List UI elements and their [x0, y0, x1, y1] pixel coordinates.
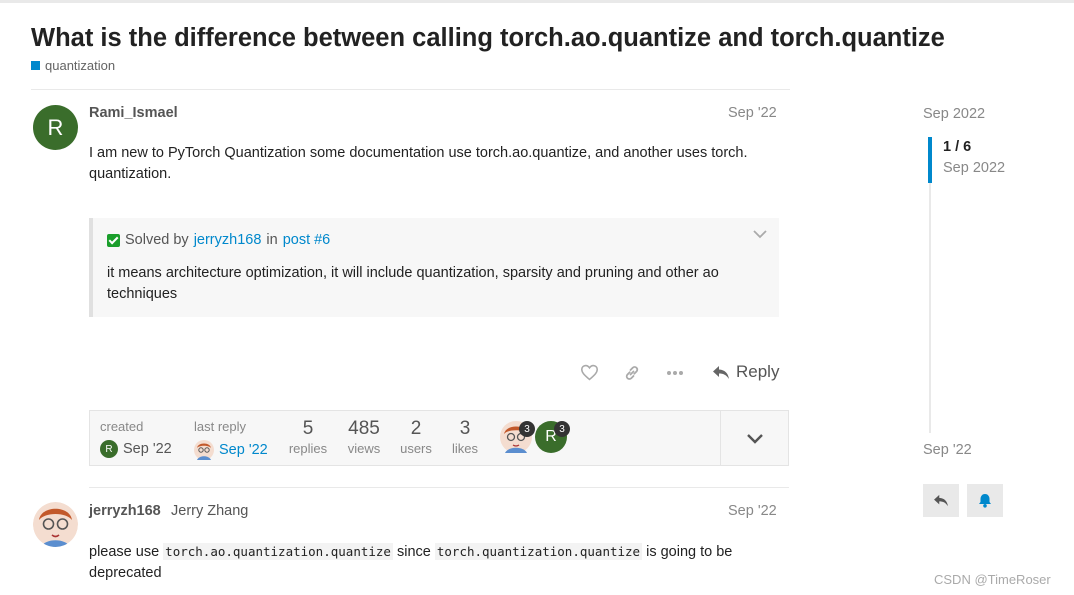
reply-button[interactable]: Reply [712, 362, 779, 382]
category-color-square [31, 61, 40, 70]
participant-avatar[interactable]: 3 [500, 421, 535, 455]
created-date: Sep '22 [123, 441, 172, 457]
post-body: please use torch.ao.quantization.quantiz… [89, 541, 789, 584]
timeline-scroller[interactable] [928, 137, 932, 183]
last-reply-value[interactable]: Sep '22 [194, 440, 268, 460]
body-text: since [396, 544, 431, 560]
checkmark-icon [107, 233, 120, 247]
timeline-position-date: Sep 2022 [943, 160, 1006, 176]
reply-icon [934, 494, 948, 507]
category-label: quantization [45, 58, 116, 73]
views-stat: 485 views [334, 418, 394, 456]
user-face-icon [33, 502, 78, 547]
body-text: is going to be [646, 544, 733, 560]
post-body-line: I am new to PyTorch Quantization some do… [89, 145, 748, 161]
participant-avatar[interactable]: R 3 [535, 421, 570, 455]
likes-count: 3 [459, 418, 471, 439]
likes-label: likes [451, 441, 478, 456]
notification-bell-button[interactable] [967, 484, 1003, 517]
more-icon[interactable] [666, 370, 684, 376]
topic-title[interactable]: What is the difference between calling t… [31, 24, 945, 53]
solution-line: it means architecture optimization, it w… [107, 265, 719, 281]
views-label: views [347, 441, 381, 456]
replies-label: replies [288, 441, 328, 456]
heart-icon[interactable] [580, 364, 599, 381]
post-body: I am new to PyTorch Quantization some do… [89, 143, 789, 185]
views-count: 485 [348, 418, 380, 439]
divider [31, 89, 790, 90]
post-username[interactable]: jerryzh168 [89, 503, 161, 519]
solution-post-link[interactable]: post #6 [283, 232, 331, 248]
avatar-letter: R [47, 114, 64, 140]
post-body-line: quantization. [89, 166, 172, 182]
solved-in: in [266, 232, 278, 248]
post-count-badge: 3 [554, 421, 570, 437]
timeline-position: 1 / 6 [943, 139, 972, 155]
solved-prefix: Solved by [125, 232, 189, 248]
solved-box[interactable]: Solved by jerryzh168 in post #6 it means… [89, 218, 779, 317]
post-date[interactable]: Sep '22 [728, 105, 777, 121]
timeline-reply-button[interactable] [923, 484, 959, 517]
created-label: created [100, 419, 144, 434]
replies-count: 5 [302, 418, 314, 439]
last-reply-date: Sep '22 [219, 442, 268, 458]
reply-label: Reply [736, 362, 780, 381]
chevron-down-icon[interactable] [753, 230, 767, 239]
reply-icon [713, 365, 729, 379]
link-icon[interactable] [623, 364, 641, 382]
replies-stat: 5 replies [278, 418, 338, 456]
post-body-line: deprecated [89, 565, 162, 581]
avatar[interactable] [33, 502, 78, 547]
watermark: CSDN @TimeRoser [934, 572, 1051, 587]
solved-header: Solved by jerryzh168 in post #6 [107, 232, 330, 248]
category-badge[interactable]: quantization [31, 58, 115, 73]
inline-code: torch.quantization.quantize [434, 543, 643, 560]
avatar[interactable]: R [33, 105, 78, 150]
likes-stat: 3 likes [435, 418, 495, 456]
chevron-down-icon [746, 433, 763, 444]
timeline-end-date[interactable]: Sep '22 [923, 442, 972, 458]
post-body-line: please use torch.ao.quantization.quantiz… [89, 541, 789, 563]
solution-excerpt: it means architecture optimization, it w… [107, 263, 757, 305]
top-border [0, 0, 1074, 3]
inline-code: torch.ao.quantization.quantize [163, 543, 393, 560]
created-value[interactable]: R Sep '22 [100, 440, 172, 458]
avatar: R [100, 440, 118, 458]
post-count-badge: 3 [519, 421, 535, 437]
avatar [194, 440, 214, 460]
bell-icon [979, 494, 991, 508]
last-reply-label: last reply [194, 419, 247, 434]
post-fullname[interactable]: Jerry Zhang [171, 503, 248, 519]
topic-map: created R Sep '22 last reply Sep '22 5 r… [89, 410, 789, 466]
timeline-start-date[interactable]: Sep 2022 [923, 106, 985, 122]
solver-link[interactable]: jerryzh168 [194, 232, 262, 248]
solution-line: techniques [107, 286, 178, 302]
post-date[interactable]: Sep '22 [728, 503, 777, 519]
divider [89, 487, 789, 488]
expand-topic-map-button[interactable] [720, 411, 788, 465]
body-text: please use [89, 544, 160, 560]
post-username[interactable]: Rami_Ismael [89, 105, 178, 121]
